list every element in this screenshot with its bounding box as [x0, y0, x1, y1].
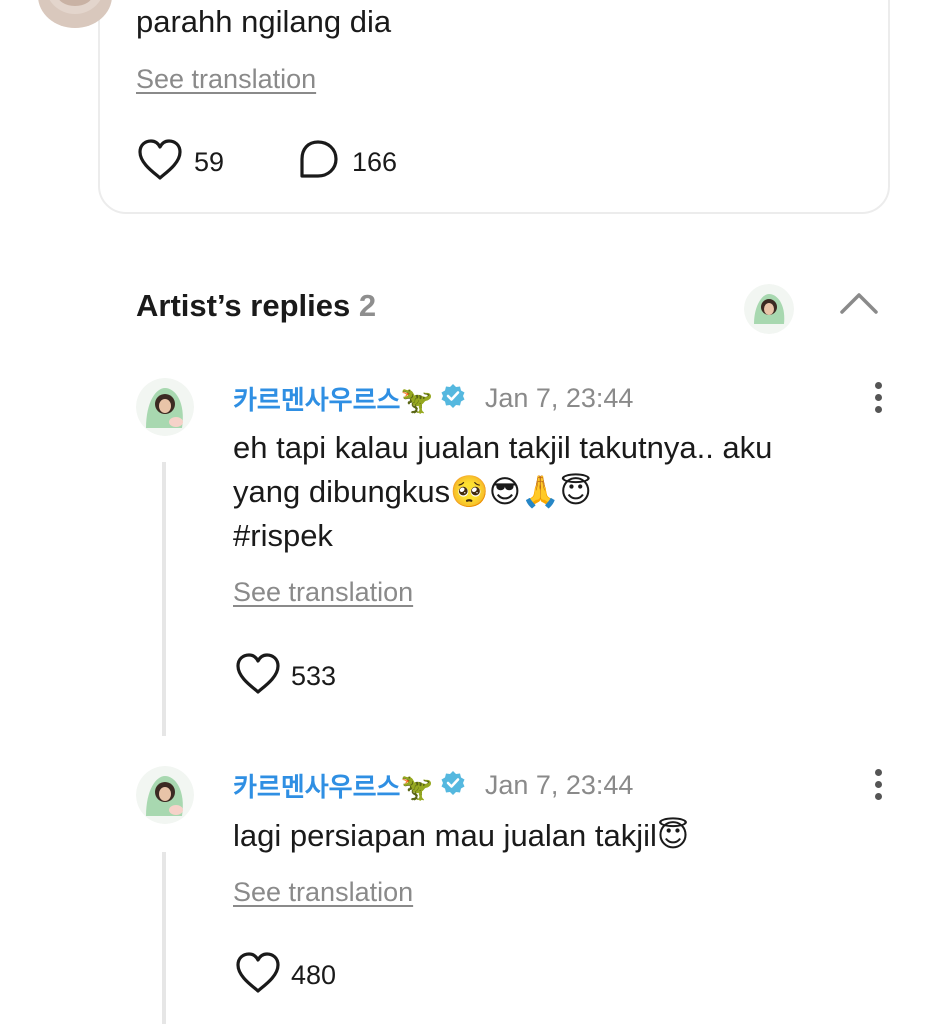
thread-line [162, 462, 166, 736]
see-translation-link[interactable]: See translation [136, 64, 316, 95]
like-button[interactable]: 480 [233, 951, 337, 1000]
reply-text-line: yang dibungkus🥺😎🙏😇 [233, 474, 592, 509]
artist-replies-title: Artist’s replies [136, 288, 351, 323]
like-count: 59 [194, 146, 225, 177]
more-options-icon[interactable] [872, 382, 884, 422]
reply-text: eh tapi kalau jualan takjil takutnya.. a… [233, 426, 873, 558]
comment-count: 166 [352, 146, 398, 177]
timestamp: Jan 7, 23:44 [484, 382, 634, 413]
timestamp: Jan 7, 23:44 [484, 769, 634, 800]
hashtag[interactable]: #rispek [233, 514, 873, 558]
like-count: 480 [291, 959, 337, 990]
artist-replies-header: Artist’s replies 2 [136, 288, 376, 324]
more-options-icon[interactable] [872, 769, 884, 809]
like-button[interactable]: 59 [136, 138, 225, 187]
see-translation-link[interactable]: See translation [233, 577, 413, 608]
author-name[interactable]: 카르멘사우르스🦖 [233, 380, 433, 417]
collapse-button[interactable] [838, 286, 880, 323]
heart-icon [233, 652, 283, 701]
artist-replies-count: 2 [358, 288, 377, 323]
verified-badge-icon [439, 769, 467, 802]
heart-icon [136, 138, 184, 187]
see-translation-link[interactable]: See translation [233, 877, 413, 908]
chevron-up-icon [838, 293, 880, 322]
like-count: 533 [291, 660, 337, 691]
thread-line [162, 852, 166, 1024]
heart-icon [233, 951, 283, 1000]
verified-badge-icon [439, 382, 467, 415]
reply-avatar[interactable] [136, 766, 194, 824]
reply-text-line: eh tapi kalau jualan takjil takutnya.. a… [233, 430, 773, 465]
comment-button[interactable]: 166 [296, 138, 398, 187]
reply-text: lagi persiapan mau jualan takjil😇 [233, 814, 873, 858]
reply-meta: 카르멘사우르스🦖 Jan 7, 23:44 [233, 380, 633, 416]
comment-icon [296, 138, 340, 187]
reply-avatar[interactable] [136, 378, 194, 436]
like-button[interactable]: 533 [233, 652, 337, 701]
reply-text-line: lagi persiapan mau jualan takjil😇 [233, 818, 690, 853]
reply-meta: 카르멘사우르스🦖 Jan 7, 23:44 [233, 767, 633, 803]
author-name[interactable]: 카르멘사우르스🦖 [233, 767, 433, 804]
comment-text: parahh ngilang dia [136, 4, 392, 39]
artist-avatar[interactable] [744, 284, 794, 334]
